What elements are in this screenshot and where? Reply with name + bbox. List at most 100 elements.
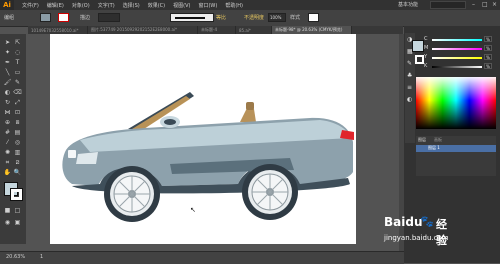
- artboard-icon[interactable]: ⌗: [3, 158, 12, 167]
- fill-swatch[interactable]: [40, 13, 51, 22]
- status-bar: 20.63% 1: [0, 251, 404, 264]
- scale-icon[interactable]: ⤢: [13, 98, 22, 107]
- stroke-swatch[interactable]: [58, 13, 69, 22]
- menu-file[interactable]: 文件(F): [22, 2, 39, 9]
- magic-wand-icon[interactable]: ✦: [3, 48, 12, 57]
- blend-icon[interactable]: ◎: [13, 138, 22, 147]
- minimize-icon[interactable]: –: [472, 1, 475, 8]
- menu-edit[interactable]: 编辑(E): [47, 2, 64, 9]
- symbol-sprayer-icon[interactable]: ✺: [3, 148, 12, 157]
- eyedropper-icon[interactable]: ⁄: [3, 138, 12, 147]
- opacity-field[interactable]: 100%: [268, 13, 286, 22]
- channel-c-slider[interactable]: [432, 39, 482, 41]
- artboard[interactable]: [50, 34, 356, 244]
- menu-view[interactable]: 视图(V): [173, 2, 190, 9]
- maximize-icon[interactable]: □: [482, 1, 488, 8]
- color-spectrum[interactable]: [416, 77, 496, 129]
- channel-k-label: K: [424, 63, 428, 69]
- zoom-icon[interactable]: 🔍: [13, 168, 22, 177]
- channel-m-label: M: [424, 45, 429, 51]
- stroke-panel-icon[interactable]: ≡: [407, 84, 412, 91]
- perspective-icon[interactable]: ⧈: [13, 118, 22, 127]
- tools-panel: ➤ ⇱ ✦ ◌ ✒ T ╲ ▭ 🖌 ✎ ◐ ⌫ ↻ ⤢ ⋈ ⊡ ⊕ ⧈ # ▤ …: [0, 34, 26, 244]
- layer-name: 图层 1: [428, 145, 440, 150]
- channel-y-value[interactable]: %: [484, 54, 492, 60]
- menu-select[interactable]: 选择(S): [123, 2, 140, 9]
- paintbrush-icon[interactable]: 🖌: [3, 78, 12, 87]
- style-label: 等比: [216, 15, 227, 21]
- close-icon[interactable]: ×: [492, 1, 497, 8]
- blob-brush-icon[interactable]: ◐: [3, 88, 12, 97]
- tab-doc-1[interactable]: 10149E7032558010.ai*: [28, 26, 88, 34]
- channel-k-value[interactable]: %: [484, 63, 492, 69]
- draw-mode-icon[interactable]: ◉: [3, 218, 12, 227]
- rectangle-tool-icon[interactable]: ▭: [13, 68, 22, 77]
- color-panel-swatch[interactable]: [412, 40, 424, 52]
- mesh-icon[interactable]: #: [3, 128, 12, 137]
- control-bar: 编组 描边 等比 不透明度 100% 样式: [0, 10, 500, 27]
- watermark-cn: 经验: [436, 218, 447, 247]
- brush-dropdown[interactable]: [170, 13, 214, 22]
- menu-window[interactable]: 窗口(W): [198, 2, 217, 9]
- brushes-panel-icon[interactable]: ✎: [407, 60, 412, 67]
- mouse-cursor-icon: ↖: [190, 206, 196, 214]
- tab-layers[interactable]: 图层: [418, 137, 426, 143]
- app-logo: Ai: [0, 0, 14, 10]
- channel-y-label: Y: [424, 54, 428, 60]
- pen-tool-icon[interactable]: ✒: [3, 58, 12, 67]
- stroke-label: 描边: [80, 15, 91, 21]
- symbols-panel-icon[interactable]: ♣: [407, 72, 412, 79]
- channel-m-value[interactable]: %: [484, 45, 492, 51]
- lasso-icon[interactable]: ◌: [13, 48, 22, 57]
- graph-icon[interactable]: ▥: [13, 148, 22, 157]
- search-input[interactable]: [430, 1, 466, 9]
- gradient-icon[interactable]: ▤: [13, 128, 22, 137]
- menu-object[interactable]: 对象(O): [72, 2, 90, 9]
- layer-row[interactable]: 图层 1: [416, 145, 496, 152]
- channel-y-slider[interactable]: [432, 57, 482, 59]
- watermark-brand: Baidu: [384, 215, 423, 229]
- color-panel: C % M % Y % K %: [424, 34, 494, 72]
- eraser-icon[interactable]: ⌫: [13, 88, 22, 97]
- watermark-url: jingyan.baidu.com: [384, 234, 449, 242]
- free-transform-icon[interactable]: ⊡: [13, 108, 22, 117]
- zoom-field[interactable]: 20.63%: [6, 254, 25, 260]
- graphic-style-swatch[interactable]: [308, 13, 319, 22]
- opacity-label[interactable]: 不透明度: [244, 13, 264, 22]
- slice-icon[interactable]: ⧄: [13, 158, 22, 167]
- menu-help[interactable]: 帮助(H): [225, 2, 243, 9]
- style2-label: 样式: [290, 15, 301, 21]
- menu-effect[interactable]: 效果(C): [148, 2, 165, 9]
- stroke-weight-dropdown[interactable]: [98, 13, 120, 22]
- hand-icon[interactable]: ✋: [3, 168, 12, 177]
- tab-doc-4[interactable]: 85.ai*: [236, 26, 272, 34]
- tab-doc-3[interactable]: 未标题-4: [198, 26, 236, 34]
- menu-bar: Ai 文件(F) 编辑(E) 对象(O) 文字(T) 选择(S) 效果(C) 视…: [0, 0, 500, 10]
- channel-m-slider[interactable]: [432, 48, 482, 50]
- layers-panel: 图层 画板 图层 1: [416, 136, 496, 176]
- page-field[interactable]: 1: [40, 254, 43, 260]
- stroke-color-box[interactable]: [10, 188, 23, 201]
- menu-type[interactable]: 文字(T): [98, 2, 115, 9]
- selection-tool-icon[interactable]: ➤: [3, 38, 12, 47]
- pencil-icon[interactable]: ✎: [13, 78, 22, 87]
- type-tool-icon[interactable]: T: [13, 58, 22, 67]
- direct-selection-tool-icon[interactable]: ⇱: [13, 38, 22, 47]
- workspace-switcher[interactable]: 基本功能: [398, 1, 418, 8]
- color-mode-icon[interactable]: ■: [3, 206, 12, 215]
- channel-k-slider[interactable]: [432, 66, 482, 68]
- channel-c-value[interactable]: %: [484, 36, 492, 42]
- shape-builder-icon[interactable]: ⊕: [3, 118, 12, 127]
- paw-icon: 🐾: [420, 215, 434, 228]
- color-panel-stroke[interactable]: [415, 55, 424, 64]
- line-tool-icon[interactable]: ╲: [3, 68, 12, 77]
- gradient-mode-icon[interactable]: □: [13, 206, 22, 215]
- rotate-icon[interactable]: ↻: [3, 98, 12, 107]
- tab-doc-active[interactable]: 未标题-98* @ 20.63% (CMYK/预览): [272, 26, 352, 34]
- width-tool-icon[interactable]: ⋈: [3, 108, 12, 117]
- transparency-panel-icon[interactable]: ◐: [407, 96, 412, 103]
- screen-mode-icon[interactable]: ▣: [13, 218, 22, 227]
- tab-doc-2[interactable]: 图片.537749 20150929202152E2E8000.ai*: [88, 26, 198, 34]
- tab-artboards[interactable]: 画板: [434, 137, 442, 143]
- document-tabs: 10149E7032558010.ai* 图片.537749 201509292…: [28, 26, 403, 34]
